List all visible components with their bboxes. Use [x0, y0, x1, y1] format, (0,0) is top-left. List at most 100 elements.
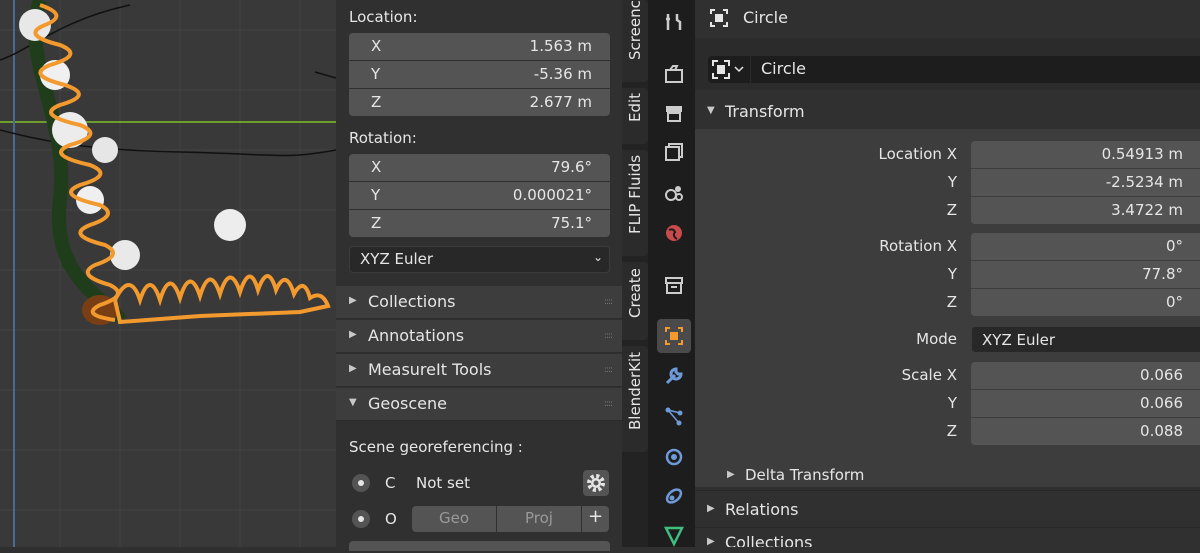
tool-tab[interactable]: [657, 5, 691, 39]
collection-icon: [665, 277, 683, 294]
prop-scale-y[interactable]: 0.066: [971, 390, 1200, 417]
render-tab[interactable]: [657, 57, 691, 91]
proj-button[interactable]: Proj: [497, 506, 581, 532]
output-tab[interactable]: [657, 96, 691, 130]
tool-icon: [666, 14, 682, 30]
collections-panel-header[interactable]: ▶ Collections: [695, 526, 1200, 547]
relations-panel-header[interactable]: ▶ Relations: [695, 493, 1200, 527]
rotation-x-field[interactable]: X 79.6°: [349, 154, 610, 181]
drag-grip-icon[interactable]: ::::: [604, 365, 613, 375]
modifier-tab[interactable]: [657, 359, 691, 393]
expand-right-icon: ▶: [727, 469, 735, 480]
prop-scale-x[interactable]: 0.066: [971, 362, 1200, 389]
header-object-name: Circle: [743, 8, 788, 27]
physics-tab[interactable]: [657, 439, 691, 473]
geo-button[interactable]: Geo: [412, 506, 496, 532]
transform-panel-header[interactable]: ▼ Transform: [695, 95, 1200, 129]
panel-measureit-tools[interactable]: ▶ MeasureIt Tools ::::: [336, 354, 622, 387]
prop-scale-z[interactable]: 0.088: [971, 418, 1200, 445]
panel-annotations[interactable]: ▶ Annotations ::::: [336, 320, 622, 353]
rotation-mode-select[interactable]: XYZ Euler: [971, 326, 1200, 353]
expand-right-icon: ▶: [349, 295, 357, 306]
location-label: Location:: [349, 8, 418, 26]
radio-c[interactable]: [352, 474, 370, 492]
scene-icon: [665, 186, 683, 201]
physics-icon: [665, 448, 683, 466]
next-field-partial[interactable]: [349, 541, 610, 551]
curve-data-icon: [663, 526, 685, 547]
sidebar-item-panel: Location: X 1.563 m Y -5.36 m Z 2.677 m …: [336, 0, 622, 551]
divider: [695, 490, 1200, 491]
delta-transform-header[interactable]: ▶ Delta Transform: [715, 459, 1200, 493]
tab-edit[interactable]: Edit: [622, 88, 648, 144]
rotation-z-label: Z: [946, 293, 957, 311]
view-layer-tab[interactable]: [657, 135, 691, 169]
location-z-label: Z: [946, 201, 957, 219]
add-button[interactable]: +: [582, 506, 609, 532]
rotation-label: Rotation:: [349, 129, 417, 147]
expand-right-icon: ▶: [707, 536, 715, 547]
tab-create[interactable]: Create: [622, 262, 648, 340]
location-x-label: Location X: [878, 145, 958, 163]
expand-right-icon: ▶: [349, 329, 357, 340]
panel-collections[interactable]: ▶ Collections ::::: [336, 286, 622, 319]
particles-tab[interactable]: [657, 399, 691, 433]
scene-tab[interactable]: [657, 175, 691, 209]
tab-flip-fluids[interactable]: FLIP Fluids: [622, 150, 648, 256]
scale-x-label: Scale X: [901, 366, 957, 384]
prop-location-y[interactable]: -2.5234 m: [971, 169, 1200, 196]
row-c-value: Not set: [416, 474, 470, 492]
location-y-label: Y: [947, 173, 957, 191]
view-layer-icon: [665, 143, 683, 161]
constraints-tab[interactable]: [657, 479, 691, 513]
drag-grip-icon[interactable]: ::::: [604, 297, 613, 307]
world-icon: [666, 225, 682, 241]
prop-location-z[interactable]: 3.4722 m: [971, 197, 1200, 224]
object-icon: [710, 9, 728, 27]
data-tab[interactable]: [657, 519, 691, 553]
flower-vine: [19, 0, 246, 325]
object-type-dropdown[interactable]: [708, 56, 750, 83]
wrench-icon: [665, 367, 683, 385]
prop-rotation-z[interactable]: 0°: [971, 289, 1200, 316]
particles-icon: [665, 407, 683, 426]
tab-screencast[interactable]: Screenca: [622, 0, 648, 82]
sidebar-tabs: Screenca Edit FLIP Fluids Create Blender…: [622, 0, 648, 547]
location-z-field[interactable]: Z 2.677 m: [349, 89, 610, 116]
gear-icon: [587, 474, 605, 492]
tab-blenderkit[interactable]: BlenderKit: [622, 346, 648, 452]
rotation-z-field[interactable]: Z 75.1°: [349, 210, 610, 237]
render-icon: [665, 65, 683, 83]
properties-editor: Circle Circle ▼ Transform Location X 0.5…: [695, 0, 1200, 547]
object-name-field[interactable]: Circle: [751, 56, 1200, 83]
location-x-field[interactable]: X 1.563 m: [349, 33, 610, 60]
output-icon: [666, 106, 682, 122]
collection-tab[interactable]: [657, 268, 691, 302]
object-icon: [712, 60, 744, 79]
radio-o[interactable]: [352, 510, 370, 528]
mode-label: Mode: [916, 330, 957, 348]
expand-right-icon: ▶: [707, 503, 715, 514]
scene-georeferencing-label: Scene georeferencing :: [349, 438, 523, 456]
location-y-field[interactable]: Y -5.36 m: [349, 61, 610, 88]
prop-rotation-y[interactable]: 77.8°: [971, 261, 1200, 288]
object-tab[interactable]: [657, 319, 691, 353]
scale-z-label: Z: [946, 422, 957, 440]
3d-viewport[interactable]: [0, 0, 336, 547]
rotation-y-field[interactable]: Y 0.000021°: [349, 182, 610, 209]
drag-grip-icon[interactable]: ::::: [604, 399, 613, 409]
prop-location-x[interactable]: 0.54913 m: [971, 141, 1200, 168]
constraint-icon: [665, 488, 683, 504]
drag-grip-icon[interactable]: ::::: [604, 331, 613, 341]
expand-down-icon: ▼: [349, 397, 357, 408]
prop-rotation-x[interactable]: 0°: [971, 233, 1200, 260]
rotation-y-label: Y: [947, 265, 957, 283]
rotation-mode-dropdown[interactable]: XYZ Euler ⌄: [349, 246, 610, 273]
world-tab[interactable]: [657, 216, 691, 250]
rotation-x-label: Rotation X: [879, 237, 957, 255]
chevron-down-icon: ⌄: [592, 250, 603, 264]
row-o-letter: O: [385, 510, 397, 528]
settings-button[interactable]: [583, 470, 609, 496]
expand-down-icon: ▼: [707, 105, 715, 116]
panel-geoscene[interactable]: ▼ Geoscene ::::: [336, 388, 622, 421]
